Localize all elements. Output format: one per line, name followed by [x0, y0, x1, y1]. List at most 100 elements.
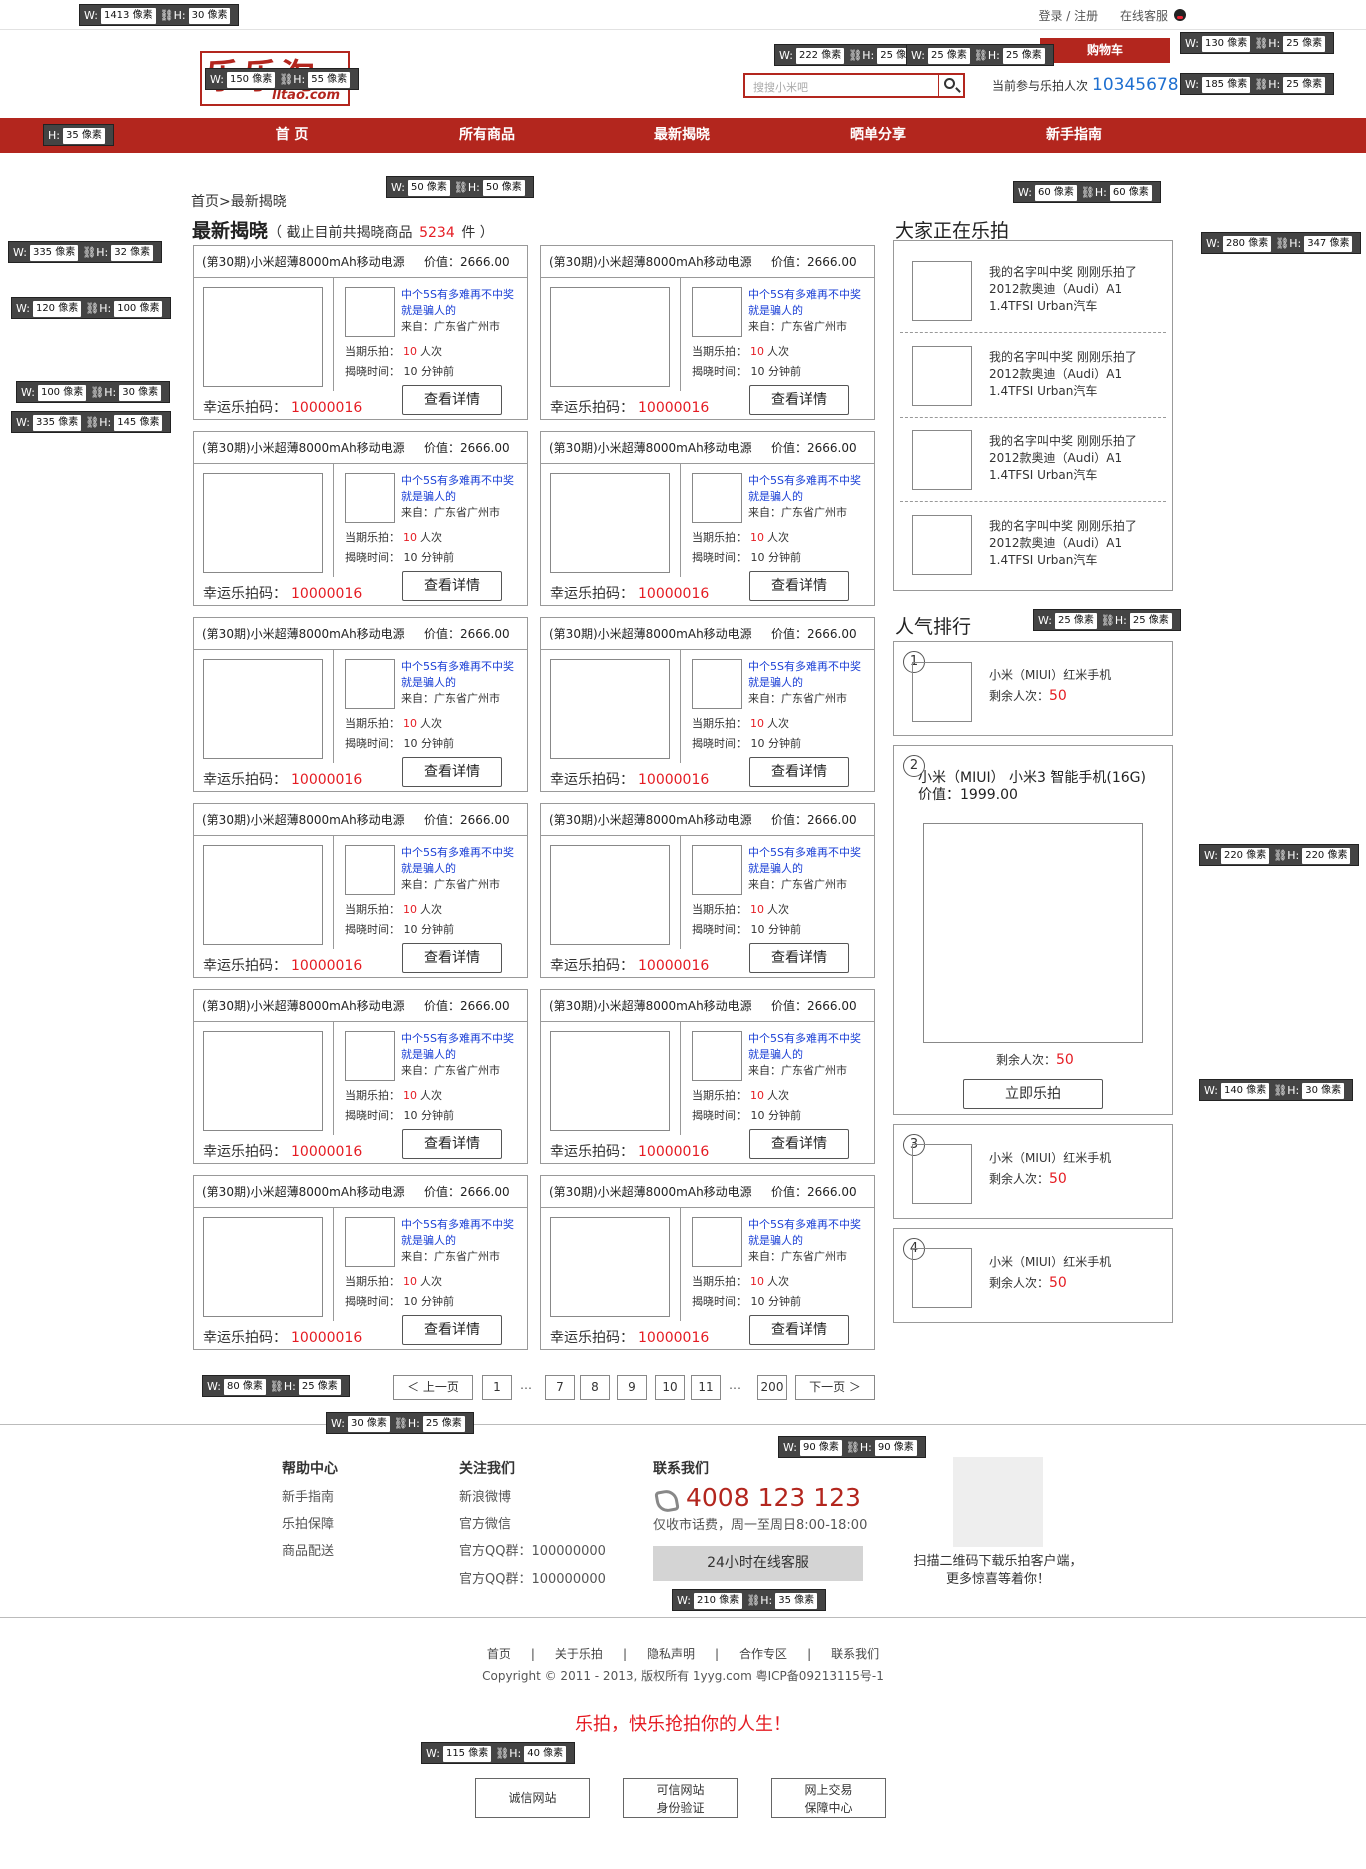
product-title[interactable]: (第30期)小米超薄8000mAh移动电源 [202, 999, 405, 1013]
product-title[interactable]: (第30期)小米超薄8000mAh移动电源 [202, 255, 405, 269]
bottom-link-home[interactable]: 首页 [487, 1647, 511, 1661]
product-image[interactable] [203, 287, 323, 387]
winner-avatar[interactable] [692, 287, 742, 337]
live-item[interactable]: 我的名字叫中奖 刚刚乐拍了 2012款奥迪（Audi）A1 1.4TFSI Urba… [894, 495, 1172, 580]
product-image[interactable] [550, 287, 670, 387]
search-input[interactable]: 搜搜小米吧 [743, 73, 965, 98]
product-title[interactable]: (第30期)小米超薄8000mAh移动电源 [202, 627, 405, 641]
rank-item[interactable]: 1 小米（MIUI）红米手机 剩余人次：50 [893, 641, 1173, 736]
live-item-image[interactable] [912, 346, 972, 406]
rank-item-name[interactable]: 小米（MIUI）红米手机 [989, 1253, 1111, 1270]
nav-item-home[interactable]: 首 页 [232, 118, 352, 153]
view-details-button[interactable]: 查看详情 [749, 1315, 849, 1345]
footer-link[interactable]: 乐拍保障 [282, 1513, 334, 1532]
page-button[interactable]: 10 [655, 1375, 685, 1400]
winner-message[interactable]: 中个5S有多难再不中奖就是骗人的 [401, 659, 521, 691]
product-card[interactable]: (第30期)小米超薄8000mAh移动电源 价值：2666.00 中个5S有多难再不… [540, 989, 875, 1164]
product-image[interactable] [203, 1031, 323, 1131]
winner-avatar[interactable] [692, 659, 742, 709]
product-image[interactable] [550, 473, 670, 573]
product-title[interactable]: (第30期)小米超薄8000mAh移动电源 [549, 1185, 752, 1199]
bid-now-button[interactable]: 立即乐拍 [963, 1079, 1103, 1109]
nav-item-all-products[interactable]: 所有商品 [427, 118, 547, 153]
page-button[interactable]: 8 [580, 1375, 610, 1400]
product-card[interactable]: (第30期)小米超薄8000mAh移动电源 价值：2666.00 中个5S有多难再不… [193, 617, 528, 792]
view-details-button[interactable]: 查看详情 [749, 943, 849, 973]
product-image[interactable] [550, 1217, 670, 1317]
nav-item-latest[interactable]: 最新揭晓 [622, 118, 742, 153]
product-card[interactable]: (第30期)小米超薄8000mAh移动电源 价值：2666.00 中个5S有多难再不… [540, 431, 875, 606]
winner-message[interactable]: 中个5S有多难再不中奖就是骗人的 [401, 1217, 521, 1249]
page-button[interactable]: 11 [691, 1375, 721, 1400]
bottom-link-privacy[interactable]: 隐私声明 [647, 1647, 695, 1661]
qq-icon[interactable] [1174, 9, 1186, 21]
product-title[interactable]: (第30期)小米超薄8000mAh移动电源 [549, 627, 752, 641]
rank-item[interactable]: 3 小米（MIUI）红米手机 剩余人次：50 [893, 1124, 1173, 1219]
live-item[interactable]: 我的名字叫中奖 刚刚乐拍了 2012款奥迪（Audi）A1 1.4TFSI Urba… [894, 326, 1172, 411]
winner-message[interactable]: 中个5S有多难再不中奖就是骗人的 [401, 473, 521, 505]
product-image[interactable] [203, 845, 323, 945]
winner-avatar[interactable] [345, 659, 395, 709]
view-details-button[interactable]: 查看详情 [402, 1129, 502, 1159]
winner-avatar[interactable] [345, 473, 395, 523]
cart-button[interactable]: 购物车 [1040, 38, 1170, 63]
rank-item[interactable]: 4 小米（MIUI）红米手机 剩余人次：50 [893, 1228, 1173, 1323]
winner-avatar[interactable] [345, 1031, 395, 1081]
rank-item-image[interactable] [912, 1248, 972, 1308]
view-details-button[interactable]: 查看详情 [402, 757, 502, 787]
live-item[interactable]: 我的名字叫中奖 刚刚乐拍了 2012款奥迪（Audi）A1 1.4TFSI Urba… [894, 241, 1172, 326]
qq-group-link[interactable]: 官方QQ群：100000000 [459, 1540, 606, 1559]
winner-message[interactable]: 中个5S有多难再不中奖就是骗人的 [748, 287, 868, 319]
winner-avatar[interactable] [345, 1217, 395, 1267]
product-title[interactable]: (第30期)小米超薄8000mAh移动电源 [549, 999, 752, 1013]
rank-item-name[interactable]: 小米（MIUI）红米手机 [989, 1149, 1111, 1166]
rank-item-image[interactable] [912, 662, 972, 722]
view-details-button[interactable]: 查看详情 [402, 943, 502, 973]
view-details-button[interactable]: 查看详情 [749, 1129, 849, 1159]
product-title[interactable]: (第30期)小米超薄8000mAh移动电源 [549, 255, 752, 269]
bottom-link-about[interactable]: 关于乐拍 [555, 1647, 603, 1661]
login-register-link[interactable]: 登录 / 注册 [1038, 9, 1098, 23]
next-page-button[interactable]: 下一页 ＞ [795, 1375, 875, 1400]
live-item-image[interactable] [912, 515, 972, 575]
winner-message[interactable]: 中个5S有多难再不中奖就是骗人的 [748, 473, 868, 505]
rank-item-image[interactable] [923, 823, 1143, 1043]
view-details-button[interactable]: 查看详情 [402, 1315, 502, 1345]
product-image[interactable] [550, 845, 670, 945]
product-card[interactable]: (第30期)小米超薄8000mAh移动电源 价值：2666.00 中个5S有多难再不… [193, 431, 528, 606]
view-details-button[interactable]: 查看详情 [749, 571, 849, 601]
product-card[interactable]: (第30期)小米超薄8000mAh移动电源 价值：2666.00 中个5S有多难再不… [540, 617, 875, 792]
product-title[interactable]: (第30期)小米超薄8000mAh移动电源 [202, 1185, 405, 1199]
search-button[interactable] [938, 75, 963, 96]
online-service-link[interactable]: 在线客服 [1120, 9, 1168, 23]
product-title[interactable]: (第30期)小米超薄8000mAh移动电源 [549, 813, 752, 827]
wechat-link[interactable]: 官方微信 [459, 1513, 511, 1532]
product-card[interactable]: (第30期)小米超薄8000mAh移动电源 价值：2666.00 中个5S有多难再不… [540, 245, 875, 420]
winner-avatar[interactable] [345, 845, 395, 895]
product-image[interactable] [203, 1217, 323, 1317]
trust-badge[interactable]: 可信网站 身份验证 [623, 1778, 738, 1818]
winner-message[interactable]: 中个5S有多难再不中奖就是骗人的 [748, 659, 868, 691]
winner-message[interactable]: 中个5S有多难再不中奖就是骗人的 [401, 1031, 521, 1063]
nav-item-guide[interactable]: 新手指南 [1014, 118, 1134, 153]
page-button[interactable]: 200 [757, 1375, 787, 1400]
product-title[interactable]: (第30期)小米超薄8000mAh移动电源 [202, 441, 405, 455]
winner-message[interactable]: 中个5S有多难再不中奖就是骗人的 [401, 845, 521, 877]
winner-message[interactable]: 中个5S有多难再不中奖就是骗人的 [748, 1217, 868, 1249]
product-image[interactable] [203, 473, 323, 573]
rank-item-image[interactable] [912, 1144, 972, 1204]
view-details-button[interactable]: 查看详情 [749, 757, 849, 787]
footer-link[interactable]: 商品配送 [282, 1540, 334, 1559]
view-details-button[interactable]: 查看详情 [402, 385, 502, 415]
product-image[interactable] [550, 1031, 670, 1131]
qq-group-link[interactable]: 官方QQ群：100000000 [459, 1568, 606, 1587]
product-card[interactable]: (第30期)小米超薄8000mAh移动电源 价值：2666.00 中个5S有多难再不… [193, 1175, 528, 1350]
product-card[interactable]: (第30期)小米超薄8000mAh移动电源 价值：2666.00 中个5S有多难再不… [540, 803, 875, 978]
prev-page-button[interactable]: ＜ 上一页 [393, 1375, 473, 1400]
product-image[interactable] [550, 659, 670, 759]
product-card[interactable]: (第30期)小米超薄8000mAh移动电源 价值：2666.00 中个5S有多难再不… [193, 989, 528, 1164]
rank-item-featured[interactable]: 2 小米（MIUI） 小米3 智能手机(16G) 价值：1999.00 剩余人次… [893, 745, 1173, 1115]
winner-avatar[interactable] [692, 845, 742, 895]
winner-message[interactable]: 中个5S有多难再不中奖就是骗人的 [748, 1031, 868, 1063]
online-service-button[interactable]: 24小时在线客服 [653, 1546, 863, 1581]
